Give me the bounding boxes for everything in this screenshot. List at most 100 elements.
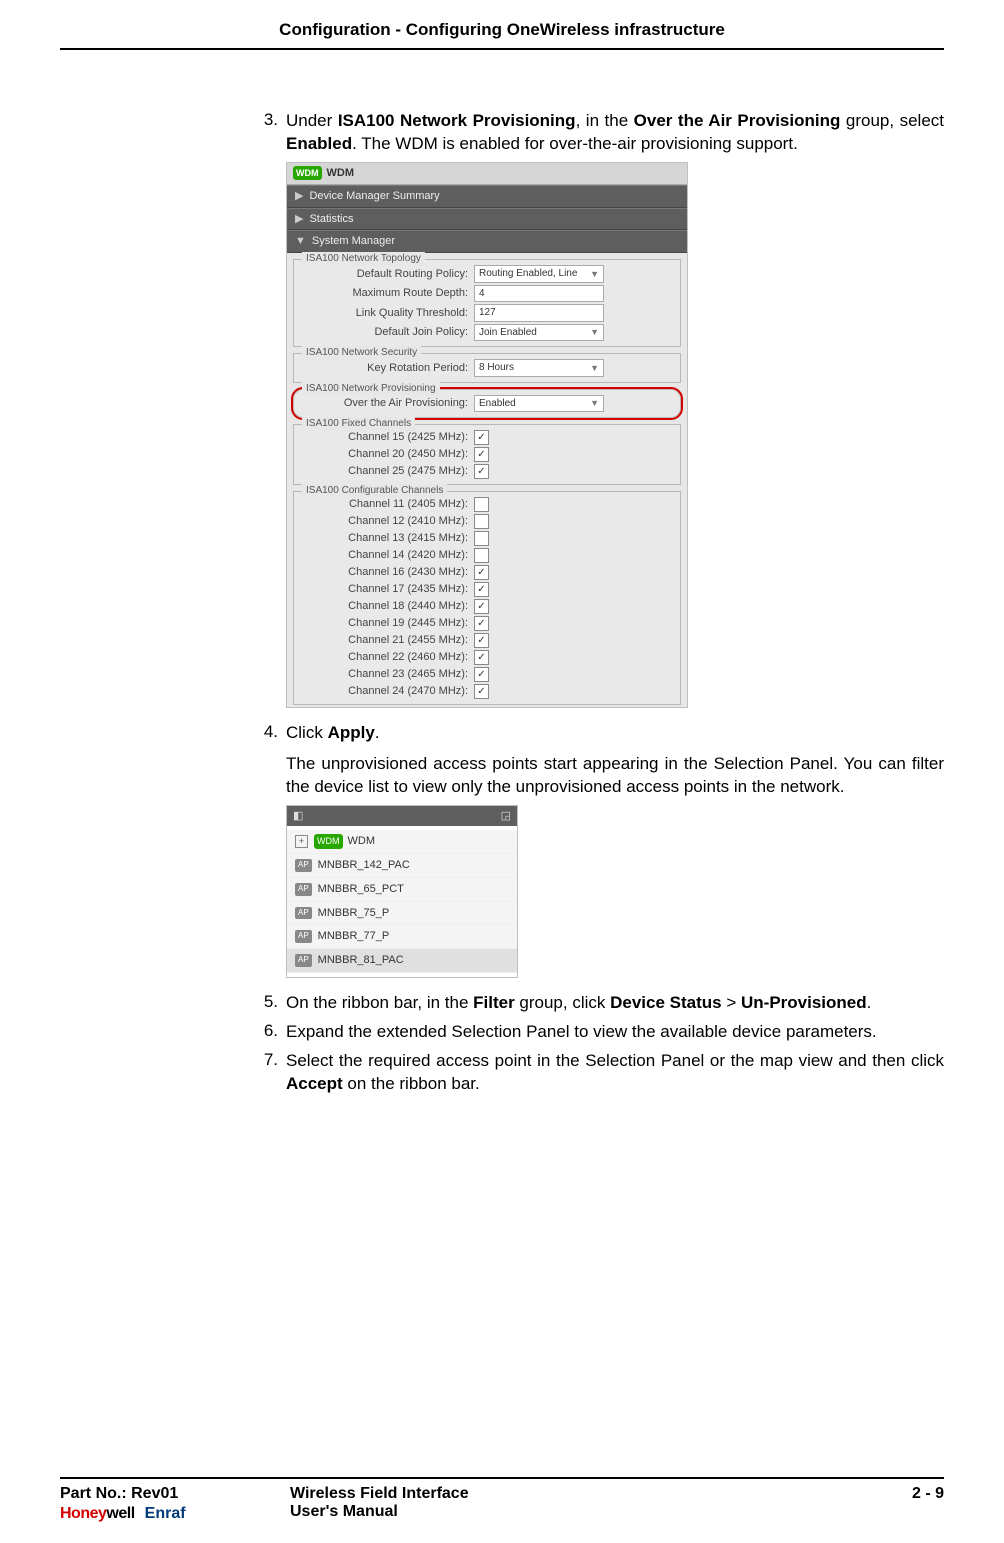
dropdown[interactable]: 8 Hours▼: [474, 359, 604, 377]
checkbox[interactable]: [474, 514, 489, 529]
text-bold: Apply: [328, 723, 375, 742]
text: On the ribbon bar, in the: [286, 993, 473, 1012]
list-item[interactable]: APMNBBR_142_PAC: [287, 854, 517, 878]
step-4: 4. Click Apply. The unprovisioned access…: [250, 722, 944, 986]
step-5: 5. On the ribbon bar, in the Filter grou…: [250, 992, 944, 1015]
checkbox[interactable]: ✓: [474, 447, 489, 462]
text: group, click: [515, 993, 610, 1012]
expand-icon[interactable]: +: [295, 835, 308, 848]
field-label: Channel 13 (2415 MHz):: [298, 531, 474, 546]
text: Under: [286, 111, 338, 130]
checkbox[interactable]: ✓: [474, 650, 489, 665]
step-num: 7.: [250, 1050, 286, 1096]
checkbox[interactable]: ✓: [474, 633, 489, 648]
list-item[interactable]: APMNBBR_65_PCT: [287, 878, 517, 902]
text-bold: Accept: [286, 1074, 343, 1093]
text: Select the required access point in the …: [286, 1051, 944, 1070]
screenshot-selection-panel: ◧ ◲ +WDMWDM APMNBBR_142_PAC APMNBBR_65_P…: [286, 805, 518, 978]
checkbox[interactable]: ✓: [474, 616, 489, 631]
chevron-down-icon: ▼: [590, 326, 599, 338]
field-label: Default Routing Policy:: [298, 267, 474, 282]
text: , in the: [576, 111, 634, 130]
field-label: Maximum Route Depth:: [298, 286, 474, 301]
ap-icon: AP: [295, 954, 312, 967]
doc-title: Wireless Field Interface: [290, 1485, 912, 1503]
tree-nav-item[interactable]: ▶Device Manager Summary: [287, 185, 687, 208]
text: Expand the extended Selection Panel to v…: [286, 1021, 944, 1044]
brand-enraf: Enraf: [145, 1505, 186, 1523]
dropdown-value: Enabled: [479, 397, 516, 411]
checkbox[interactable]: ✓: [474, 684, 489, 699]
input-value: 127: [479, 306, 496, 320]
list-item[interactable]: + WDM WDM: [287, 830, 517, 854]
text-bold: Un-Provisioned: [741, 993, 867, 1012]
step-num: 4.: [250, 722, 286, 986]
text: .: [867, 993, 872, 1012]
checkbox[interactable]: ✓: [474, 565, 489, 580]
list-label: MNBBR_65_PCT: [318, 882, 404, 897]
chevron-down-icon: ▼: [590, 362, 599, 374]
checkbox[interactable]: [474, 531, 489, 546]
dropdown[interactable]: Join Enabled▼: [474, 324, 604, 342]
list-label: MNBBR_75_P: [318, 906, 390, 921]
list-item[interactable]: AP MNBBR_75_P: [287, 902, 517, 926]
field-label: Channel 19 (2445 MHz):: [298, 616, 474, 631]
list-label: MNBBR_81_PAC: [318, 953, 404, 968]
part-number: Part No.: Rev01: [60, 1485, 290, 1503]
text: on the ribbon bar.: [343, 1074, 480, 1093]
field-label: Channel 20 (2450 MHz):: [298, 447, 474, 462]
group-configurable-channels: ISA100 Configurable Channels Channel 11 …: [293, 491, 681, 705]
text: Click: [286, 723, 328, 742]
field-label: Channel 15 (2425 MHz):: [298, 430, 474, 445]
ap-icon: AP: [295, 859, 312, 872]
checkbox[interactable]: [474, 497, 489, 512]
list-label: WDM: [348, 834, 376, 849]
field-label: Key Rotation Period:: [298, 361, 474, 376]
nav-label: System Manager: [312, 234, 395, 249]
checkbox[interactable]: ✓: [474, 582, 489, 597]
text-input[interactable]: 4: [474, 285, 604, 303]
dropdown[interactable]: Routing Enabled, Line▼: [474, 265, 604, 283]
wdm-icon: WDM: [314, 834, 343, 848]
chevron-down-icon: ▼: [295, 234, 306, 249]
text: >: [722, 993, 741, 1012]
screenshot-wdm-config: WDM WDM ▶Device Manager Summary ▶Statist…: [286, 162, 688, 708]
field-label: Channel 17 (2435 MHz):: [298, 582, 474, 597]
group-topology: ISA100 Network Topology Default Routing …: [293, 259, 681, 347]
field-label: Channel 14 (2420 MHz):: [298, 548, 474, 563]
tree-title: WDM: [327, 166, 355, 181]
input-value: 4: [479, 287, 485, 301]
tree-nav-item[interactable]: ▼ System Manager: [287, 230, 687, 253]
text-input[interactable]: 127: [474, 304, 604, 322]
checkbox[interactable]: ✓: [474, 430, 489, 445]
step-num: 5.: [250, 992, 286, 1015]
text-bold: Enabled: [286, 134, 352, 153]
field-label: Channel 21 (2455 MHz):: [298, 633, 474, 648]
group-legend: ISA100 Fixed Channels: [302, 417, 415, 431]
refresh-icon[interactable]: ◲: [501, 809, 511, 824]
field-label: Channel 25 (2475 MHz):: [298, 464, 474, 479]
dropdown[interactable]: Enabled▼: [474, 395, 604, 413]
checkbox[interactable]: ✓: [474, 667, 489, 682]
collapse-icon[interactable]: ◧: [293, 809, 303, 824]
step-3: 3. Under ISA100 Network Provisioning , in…: [250, 110, 944, 716]
group-legend: ISA100 Network Provisioning: [302, 382, 440, 396]
checkbox[interactable]: ✓: [474, 599, 489, 614]
text: group, select: [840, 111, 944, 130]
field-label: Channel 11 (2405 MHz):: [298, 497, 474, 512]
tree-nav-item[interactable]: ▶Statistics: [287, 208, 687, 231]
page-footer: Part No.: Rev01 Honeywell Enraf Wireless…: [60, 1477, 944, 1523]
field-label: Channel 12 (2410 MHz):: [298, 514, 474, 529]
list-item[interactable]: AP MNBBR_81_PAC: [287, 949, 517, 973]
ap-icon: AP: [295, 907, 312, 920]
checkbox[interactable]: [474, 548, 489, 563]
checkbox[interactable]: ✓: [474, 464, 489, 479]
brand-logo: Honeywell Enraf: [60, 1505, 290, 1523]
wdm-icon: WDM: [293, 166, 322, 180]
field-label: Default Join Policy:: [298, 325, 474, 340]
step-num: 3.: [250, 110, 286, 716]
list-item[interactable]: APMNBBR_77_P: [287, 925, 517, 949]
group-legend: ISA100 Network Security: [302, 346, 421, 360]
field-label: Channel 23 (2465 MHz):: [298, 667, 474, 682]
text: . The WDM is enabled for over-the-air pr…: [352, 134, 798, 153]
